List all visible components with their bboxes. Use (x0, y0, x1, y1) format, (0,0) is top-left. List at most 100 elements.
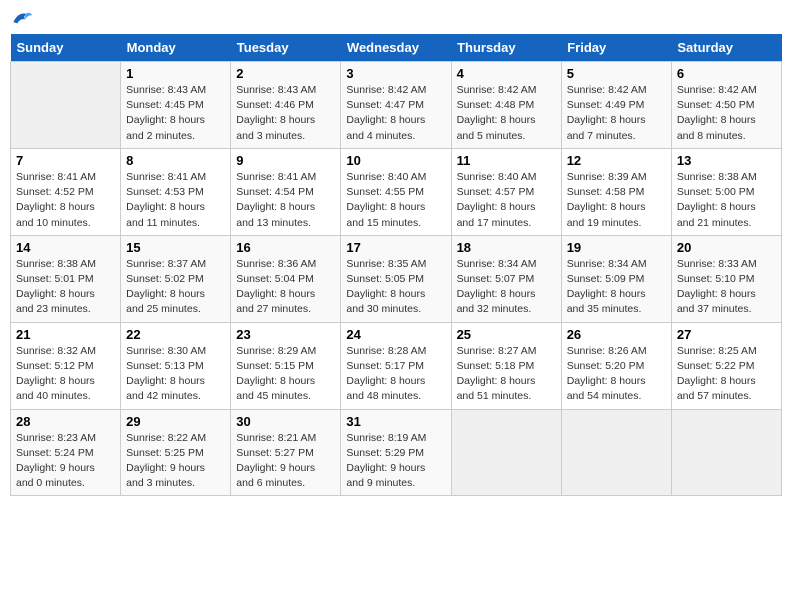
day-info: Sunrise: 8:19 AM Sunset: 5:29 PM Dayligh… (346, 431, 445, 492)
day-number: 12 (567, 153, 666, 168)
calendar-cell: 20Sunrise: 8:33 AM Sunset: 5:10 PM Dayli… (671, 235, 781, 322)
calendar-cell: 18 Sunrise: 8:34 AM Sunset: 5:07 PM Dayli… (451, 235, 561, 322)
header-friday: Friday (561, 34, 671, 62)
day-info: Sunrise: 8:39 AM Sunset: 4:58 PM Dayligh… (567, 170, 666, 231)
day-number: 31 (346, 414, 445, 429)
calendar-cell: 27 Sunrise: 8:25 AM Sunset: 5:22 PM Dayli… (671, 322, 781, 409)
day-number: 6 (677, 66, 776, 81)
day-number: 5 (567, 66, 666, 81)
day-number: 18 (457, 240, 556, 255)
day-number: 8 (126, 153, 225, 168)
day-number: 26 (567, 327, 666, 342)
calendar-cell (561, 409, 671, 496)
day-number: 14 (16, 240, 115, 255)
calendar-cell: 10 Sunrise: 8:40 AM Sunset: 4:55 PM Dayli… (341, 148, 451, 235)
calendar-cell: 16 Sunrise: 8:36 AM Sunset: 5:04 PM Dayli… (231, 235, 341, 322)
calendar-cell: 23 Sunrise: 8:29 AM Sunset: 5:15 PM Dayli… (231, 322, 341, 409)
day-info: Sunrise: 8:43 AM Sunset: 4:46 PM Dayligh… (236, 83, 335, 144)
day-info: Sunrise: 8:42 AM Sunset: 4:47 PM Dayligh… (346, 83, 445, 144)
calendar-cell: 28 Sunrise: 8:23 AM Sunset: 5:24 PM Dayli… (11, 409, 121, 496)
day-info: Sunrise: 8:25 AM Sunset: 5:22 PM Dayligh… (677, 344, 776, 405)
calendar-cell: 9 Sunrise: 8:41 AM Sunset: 4:54 PM Daylig… (231, 148, 341, 235)
day-info: Sunrise: 8:26 AM Sunset: 5:20 PM Dayligh… (567, 344, 666, 405)
day-number: 30 (236, 414, 335, 429)
header-sunday: Sunday (11, 34, 121, 62)
day-number: 13 (677, 153, 776, 168)
calendar-cell: 8 Sunrise: 8:41 AM Sunset: 4:53 PM Daylig… (121, 148, 231, 235)
day-info: Sunrise: 8:35 AM Sunset: 5:05 PM Dayligh… (346, 257, 445, 318)
day-info: Sunrise: 8:23 AM Sunset: 5:24 PM Dayligh… (16, 431, 115, 492)
calendar-cell: 21 Sunrise: 8:32 AM Sunset: 5:12 PM Dayli… (11, 322, 121, 409)
day-number: 28 (16, 414, 115, 429)
header-thursday: Thursday (451, 34, 561, 62)
calendar-cell: 5Sunrise: 8:42 AM Sunset: 4:49 PM Daylig… (561, 62, 671, 149)
calendar-cell: 11 Sunrise: 8:40 AM Sunset: 4:57 PM Dayli… (451, 148, 561, 235)
day-info: Sunrise: 8:38 AM Sunset: 5:00 PM Dayligh… (677, 170, 776, 231)
day-info: Sunrise: 8:42 AM Sunset: 4:48 PM Dayligh… (457, 83, 556, 144)
calendar-week-1: 1 Sunrise: 8:43 AM Sunset: 4:45 PM Daylig… (11, 62, 782, 149)
calendar-cell (11, 62, 121, 149)
day-number: 25 (457, 327, 556, 342)
day-info: Sunrise: 8:40 AM Sunset: 4:57 PM Dayligh… (457, 170, 556, 231)
day-info: Sunrise: 8:21 AM Sunset: 5:27 PM Dayligh… (236, 431, 335, 492)
logo-bird-icon (12, 10, 32, 26)
calendar-cell: 29Sunrise: 8:22 AM Sunset: 5:25 PM Dayli… (121, 409, 231, 496)
day-number: 23 (236, 327, 335, 342)
day-info: Sunrise: 8:41 AM Sunset: 4:54 PM Dayligh… (236, 170, 335, 231)
day-info: Sunrise: 8:40 AM Sunset: 4:55 PM Dayligh… (346, 170, 445, 231)
calendar-cell: 25 Sunrise: 8:27 AM Sunset: 5:18 PM Dayli… (451, 322, 561, 409)
calendar-cell: 3 Sunrise: 8:42 AM Sunset: 4:47 PM Daylig… (341, 62, 451, 149)
calendar-week-2: 7Sunrise: 8:41 AM Sunset: 4:52 PM Daylig… (11, 148, 782, 235)
day-number: 17 (346, 240, 445, 255)
day-number: 19 (567, 240, 666, 255)
calendar-cell: 17 Sunrise: 8:35 AM Sunset: 5:05 PM Dayli… (341, 235, 451, 322)
day-info: Sunrise: 8:34 AM Sunset: 5:09 PM Dayligh… (567, 257, 666, 318)
calendar-cell: 14 Sunrise: 8:38 AM Sunset: 5:01 PM Dayli… (11, 235, 121, 322)
calendar-week-5: 28 Sunrise: 8:23 AM Sunset: 5:24 PM Dayli… (11, 409, 782, 496)
day-number: 11 (457, 153, 556, 168)
calendar-cell: 6 Sunrise: 8:42 AM Sunset: 4:50 PM Daylig… (671, 62, 781, 149)
logo (10, 10, 32, 26)
page-header (10, 10, 782, 26)
day-number: 3 (346, 66, 445, 81)
calendar-cell: 15Sunrise: 8:37 AM Sunset: 5:02 PM Dayli… (121, 235, 231, 322)
day-info: Sunrise: 8:27 AM Sunset: 5:18 PM Dayligh… (457, 344, 556, 405)
day-info: Sunrise: 8:30 AM Sunset: 5:13 PM Dayligh… (126, 344, 225, 405)
calendar-cell: 1 Sunrise: 8:43 AM Sunset: 4:45 PM Daylig… (121, 62, 231, 149)
header-wednesday: Wednesday (341, 34, 451, 62)
day-number: 22 (126, 327, 225, 342)
calendar-cell: 22 Sunrise: 8:30 AM Sunset: 5:13 PM Dayli… (121, 322, 231, 409)
day-number: 24 (346, 327, 445, 342)
day-info: Sunrise: 8:32 AM Sunset: 5:12 PM Dayligh… (16, 344, 115, 405)
calendar-cell: 26 Sunrise: 8:26 AM Sunset: 5:20 PM Dayli… (561, 322, 671, 409)
day-info: Sunrise: 8:34 AM Sunset: 5:07 PM Dayligh… (457, 257, 556, 318)
day-number: 9 (236, 153, 335, 168)
header-tuesday: Tuesday (231, 34, 341, 62)
day-info: Sunrise: 8:37 AM Sunset: 5:02 PM Dayligh… (126, 257, 225, 318)
day-number: 4 (457, 66, 556, 81)
day-number: 21 (16, 327, 115, 342)
calendar-week-4: 21 Sunrise: 8:32 AM Sunset: 5:12 PM Dayli… (11, 322, 782, 409)
day-info: Sunrise: 8:36 AM Sunset: 5:04 PM Dayligh… (236, 257, 335, 318)
day-number: 27 (677, 327, 776, 342)
header-monday: Monday (121, 34, 231, 62)
day-info: Sunrise: 8:29 AM Sunset: 5:15 PM Dayligh… (236, 344, 335, 405)
calendar-cell: 12 Sunrise: 8:39 AM Sunset: 4:58 PM Dayli… (561, 148, 671, 235)
day-info: Sunrise: 8:43 AM Sunset: 4:45 PM Dayligh… (126, 83, 225, 144)
day-number: 16 (236, 240, 335, 255)
calendar-cell: 13 Sunrise: 8:38 AM Sunset: 5:00 PM Dayli… (671, 148, 781, 235)
day-number: 10 (346, 153, 445, 168)
calendar-header-row: SundayMondayTuesdayWednesdayThursdayFrid… (11, 34, 782, 62)
day-number: 20 (677, 240, 776, 255)
calendar-table: SundayMondayTuesdayWednesdayThursdayFrid… (10, 34, 782, 496)
day-info: Sunrise: 8:42 AM Sunset: 4:50 PM Dayligh… (677, 83, 776, 144)
day-info: Sunrise: 8:38 AM Sunset: 5:01 PM Dayligh… (16, 257, 115, 318)
calendar-cell: 24Sunrise: 8:28 AM Sunset: 5:17 PM Dayli… (341, 322, 451, 409)
day-number: 1 (126, 66, 225, 81)
calendar-cell (671, 409, 781, 496)
calendar-cell: 4 Sunrise: 8:42 AM Sunset: 4:48 PM Daylig… (451, 62, 561, 149)
day-info: Sunrise: 8:41 AM Sunset: 4:52 PM Dayligh… (16, 170, 115, 231)
calendar-week-3: 14 Sunrise: 8:38 AM Sunset: 5:01 PM Dayli… (11, 235, 782, 322)
day-number: 29 (126, 414, 225, 429)
day-info: Sunrise: 8:41 AM Sunset: 4:53 PM Dayligh… (126, 170, 225, 231)
